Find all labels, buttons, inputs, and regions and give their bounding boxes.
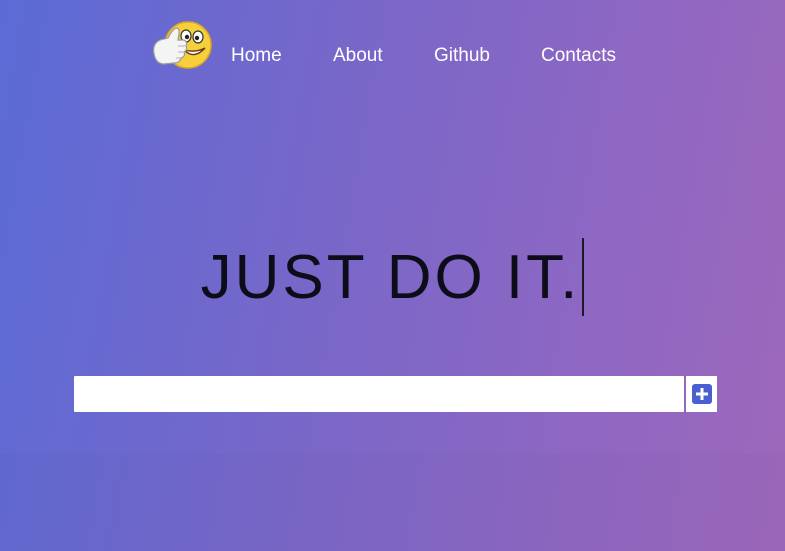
hero-headline: JUST DO IT. xyxy=(0,238,785,318)
add-todo-button[interactable] xyxy=(686,376,717,412)
nav-about-link[interactable]: About xyxy=(333,45,383,67)
plus-square-icon xyxy=(692,384,712,404)
typing-caret xyxy=(582,238,585,316)
thumbs-up-smiley-icon[interactable] xyxy=(150,20,214,72)
headline-text: JUST DO IT. xyxy=(200,243,581,312)
nav-contacts-link[interactable]: Contacts xyxy=(541,45,616,67)
nav-home-link[interactable]: Home xyxy=(231,45,282,67)
todo-input[interactable] xyxy=(74,376,684,412)
footer-band xyxy=(0,453,785,551)
nav-github-link[interactable]: Github xyxy=(434,45,490,67)
